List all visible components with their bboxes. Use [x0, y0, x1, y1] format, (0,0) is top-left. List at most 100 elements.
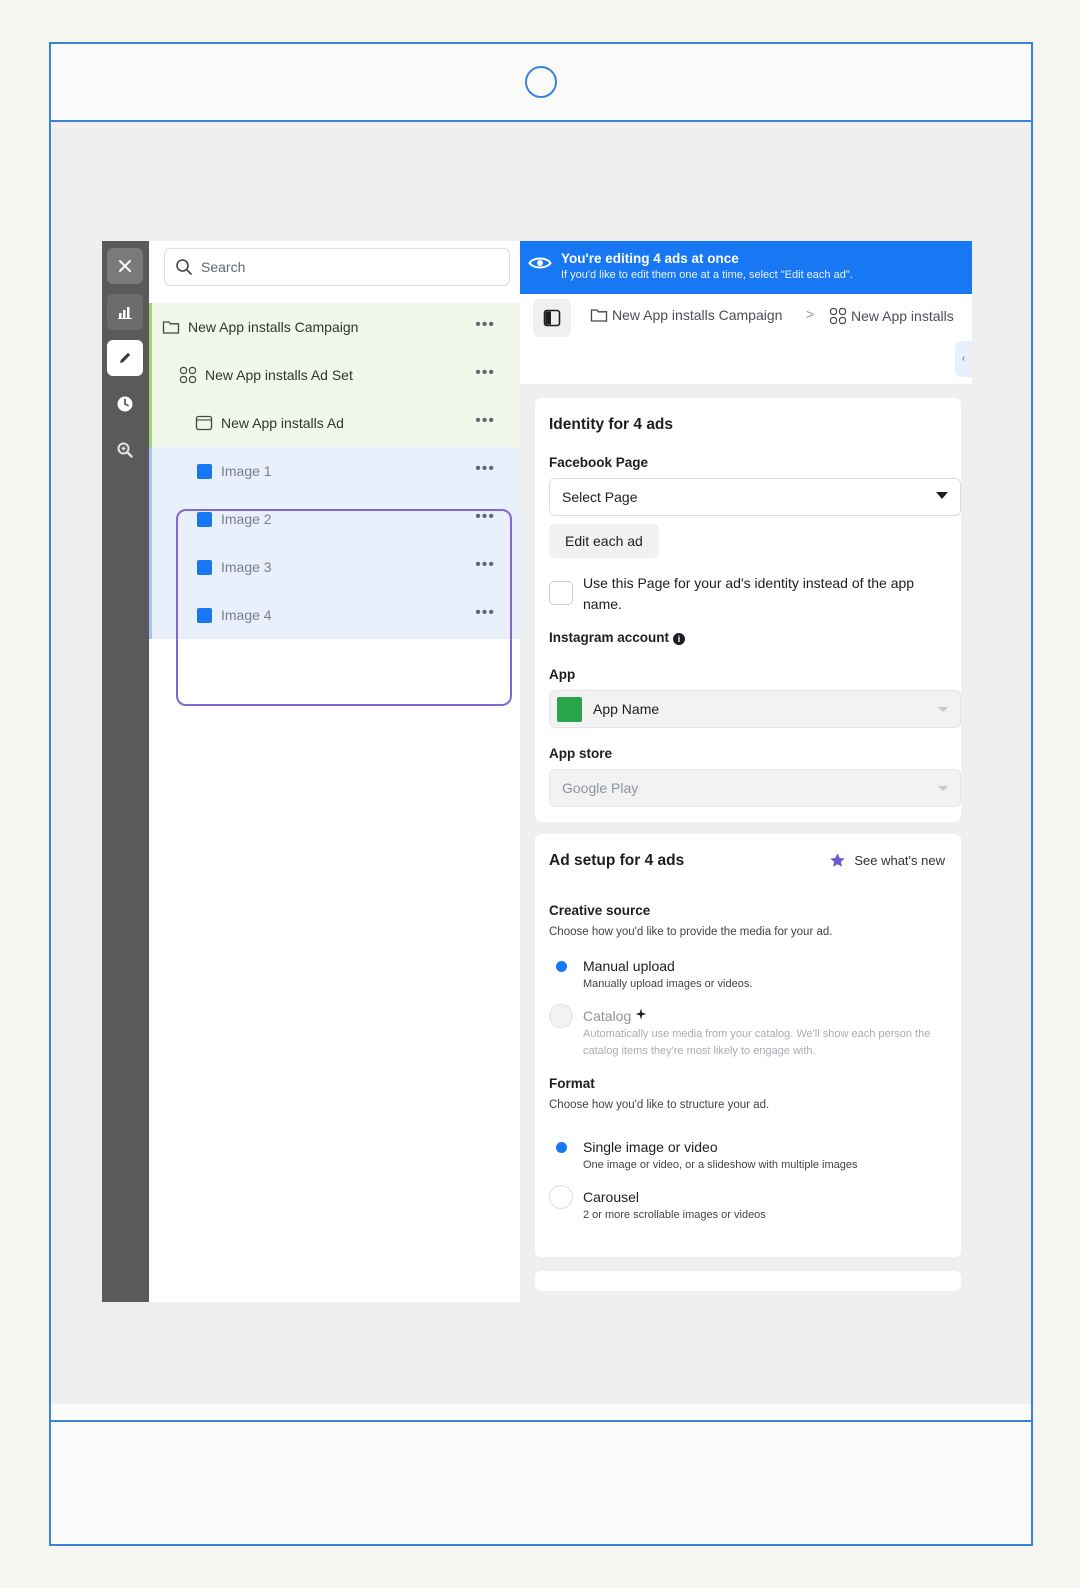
tree-item-image-2[interactable]: Image 2 •••	[149, 495, 521, 543]
facebook-page-label: Facebook Page	[549, 455, 649, 470]
more-options-button[interactable]: •••	[475, 605, 495, 621]
ad-icon	[195, 414, 213, 432]
tree-item-campaign[interactable]: New App installs Campaign •••	[149, 303, 521, 351]
sparkle-icon	[635, 1008, 647, 1020]
editor-panel: You're editing 4 ads at once If you'd li…	[520, 241, 972, 1302]
sidebar-toggle-icon	[543, 309, 561, 327]
more-options-button[interactable]: •••	[475, 365, 495, 381]
single-image-radio[interactable]	[549, 1135, 573, 1159]
see-whats-new-label: See what's new	[854, 853, 945, 868]
ad-setup-title: Ad setup for 4 ads	[549, 852, 685, 869]
chevron-down-icon	[936, 492, 948, 499]
chevron-down-icon	[938, 786, 948, 791]
app-store-select[interactable]: Google Play	[549, 769, 961, 807]
campaign-tree-panel: New App installs Campaign ••• New App in…	[149, 241, 521, 1302]
tree-item-image-3[interactable]: Image 3 •••	[149, 543, 521, 591]
breadcrumb-separator: >	[806, 306, 815, 322]
review-button[interactable]	[107, 432, 143, 468]
breadcrumb-campaign-label: New App installs Campaign	[612, 307, 783, 323]
folder-icon	[162, 318, 180, 336]
tree-item-ad[interactable]: New App installs Ad •••	[149, 399, 521, 447]
search-input[interactable]	[201, 259, 491, 275]
folder-icon	[590, 309, 608, 322]
tool-rail	[102, 241, 149, 1302]
tree-item-image-1[interactable]: Image 1 •••	[149, 447, 521, 495]
edit-each-ad-button[interactable]: Edit each ad	[549, 524, 659, 558]
search-box[interactable]	[164, 248, 510, 286]
more-options-button[interactable]: •••	[475, 509, 495, 525]
app-store-label: App store	[549, 746, 613, 761]
clock-icon	[117, 396, 133, 412]
app-label: App	[549, 667, 576, 682]
camera-icon	[525, 66, 557, 98]
tree-item-label: New App installs Campaign	[188, 319, 359, 335]
use-page-checkbox[interactable]	[549, 581, 573, 605]
grid-icon	[179, 366, 197, 384]
more-options-button[interactable]: •••	[475, 317, 495, 333]
breadcrumb-campaign[interactable]: New App installs Campaign	[590, 307, 782, 323]
breadcrumb-adset[interactable]: New App installs	[829, 307, 954, 325]
see-whats-new-link[interactable]: See what's new	[829, 852, 945, 869]
tablet-top-bezel	[51, 44, 1031, 122]
catalog-label-text: Catalog	[583, 1008, 632, 1024]
creative-source-hint: Choose how you'd like to provide the med…	[549, 926, 833, 938]
chart-icon	[118, 307, 132, 319]
more-options-button[interactable]: •••	[475, 413, 495, 429]
eye-icon	[528, 257, 552, 269]
format-hint: Choose how you'd like to structure your …	[549, 1099, 770, 1111]
catalog-radio[interactable]	[549, 1004, 573, 1028]
app-store-value: Google Play	[562, 780, 639, 796]
tree-list: New App installs Campaign ••• New App in…	[149, 303, 521, 706]
image-square-icon	[195, 510, 213, 528]
single-image-sub: One image or video, or a slideshow with …	[583, 1159, 858, 1171]
more-options-button[interactable]: •••	[475, 557, 495, 573]
ads-manager-app: New App installs Campaign ••• New App in…	[102, 241, 972, 1302]
more-options-button[interactable]: •••	[475, 461, 495, 477]
edit-button[interactable]	[107, 340, 143, 376]
image-square-icon	[195, 558, 213, 576]
ad-setup-card: Ad setup for 4 ads See what's new Creati…	[535, 834, 961, 1257]
carousel-radio[interactable]	[549, 1185, 573, 1209]
tree-item-label: New App installs Ad	[221, 415, 344, 431]
format-label: Format	[549, 1076, 595, 1091]
info-icon[interactable]: i	[673, 633, 686, 645]
charts-button[interactable]	[107, 294, 143, 330]
catalog-label: Catalog	[583, 1008, 647, 1024]
search-icon	[176, 259, 192, 275]
close-button[interactable]	[107, 248, 143, 284]
manual-upload-radio[interactable]	[549, 954, 573, 978]
tree-item-image-4[interactable]: Image 4 •••	[149, 591, 521, 639]
app-select[interactable]: App Name	[549, 690, 961, 728]
breadcrumb: New App installs Campaign > New App inst…	[520, 294, 972, 384]
facebook-page-select[interactable]: Select Page	[549, 478, 961, 516]
tree-item-label: Image 1	[221, 463, 272, 479]
instagram-account-label: Instagram account i	[549, 630, 686, 645]
identity-card: Identity for 4 ads Facebook Page Select …	[535, 398, 961, 822]
carousel-label: Carousel	[583, 1189, 640, 1205]
pencil-icon	[120, 352, 131, 363]
manual-upload-label: Manual upload	[583, 958, 675, 974]
magnifier-icon	[117, 442, 133, 458]
close-icon	[119, 260, 131, 272]
manual-upload-sub: Manually upload images or videos.	[583, 978, 753, 990]
image-square-icon	[195, 606, 213, 624]
breadcrumb-adset-label: New App installs	[851, 308, 954, 324]
carousel-sub: 2 or more scrollable images or videos	[583, 1209, 766, 1221]
tree-item-label: Image 2	[221, 511, 272, 527]
instagram-account-label-text: Instagram account	[549, 630, 670, 645]
creative-source-label: Creative source	[549, 903, 651, 918]
tree-item-label: Image 4	[221, 607, 272, 623]
bulk-edit-banner: You're editing 4 ads at once If you'd li…	[520, 241, 972, 294]
history-button[interactable]	[107, 386, 143, 422]
app-name-value: App Name	[593, 701, 660, 717]
use-page-text: Use this Page for your ad's identity ins…	[583, 575, 915, 612]
tree-item-adset[interactable]: New App installs Ad Set •••	[149, 351, 521, 399]
next-card-peek	[535, 1271, 961, 1291]
tablet-bottom-bezel	[51, 1420, 1031, 1544]
banner-title: You're editing 4 ads at once	[561, 251, 739, 266]
panel-toggle-button[interactable]	[533, 299, 571, 337]
facebook-page-value: Select Page	[562, 489, 638, 505]
identity-title: Identity for 4 ads	[549, 416, 674, 433]
chevron-down-icon	[938, 707, 948, 712]
breadcrumb-scroll-button[interactable]: ‹	[955, 341, 972, 377]
